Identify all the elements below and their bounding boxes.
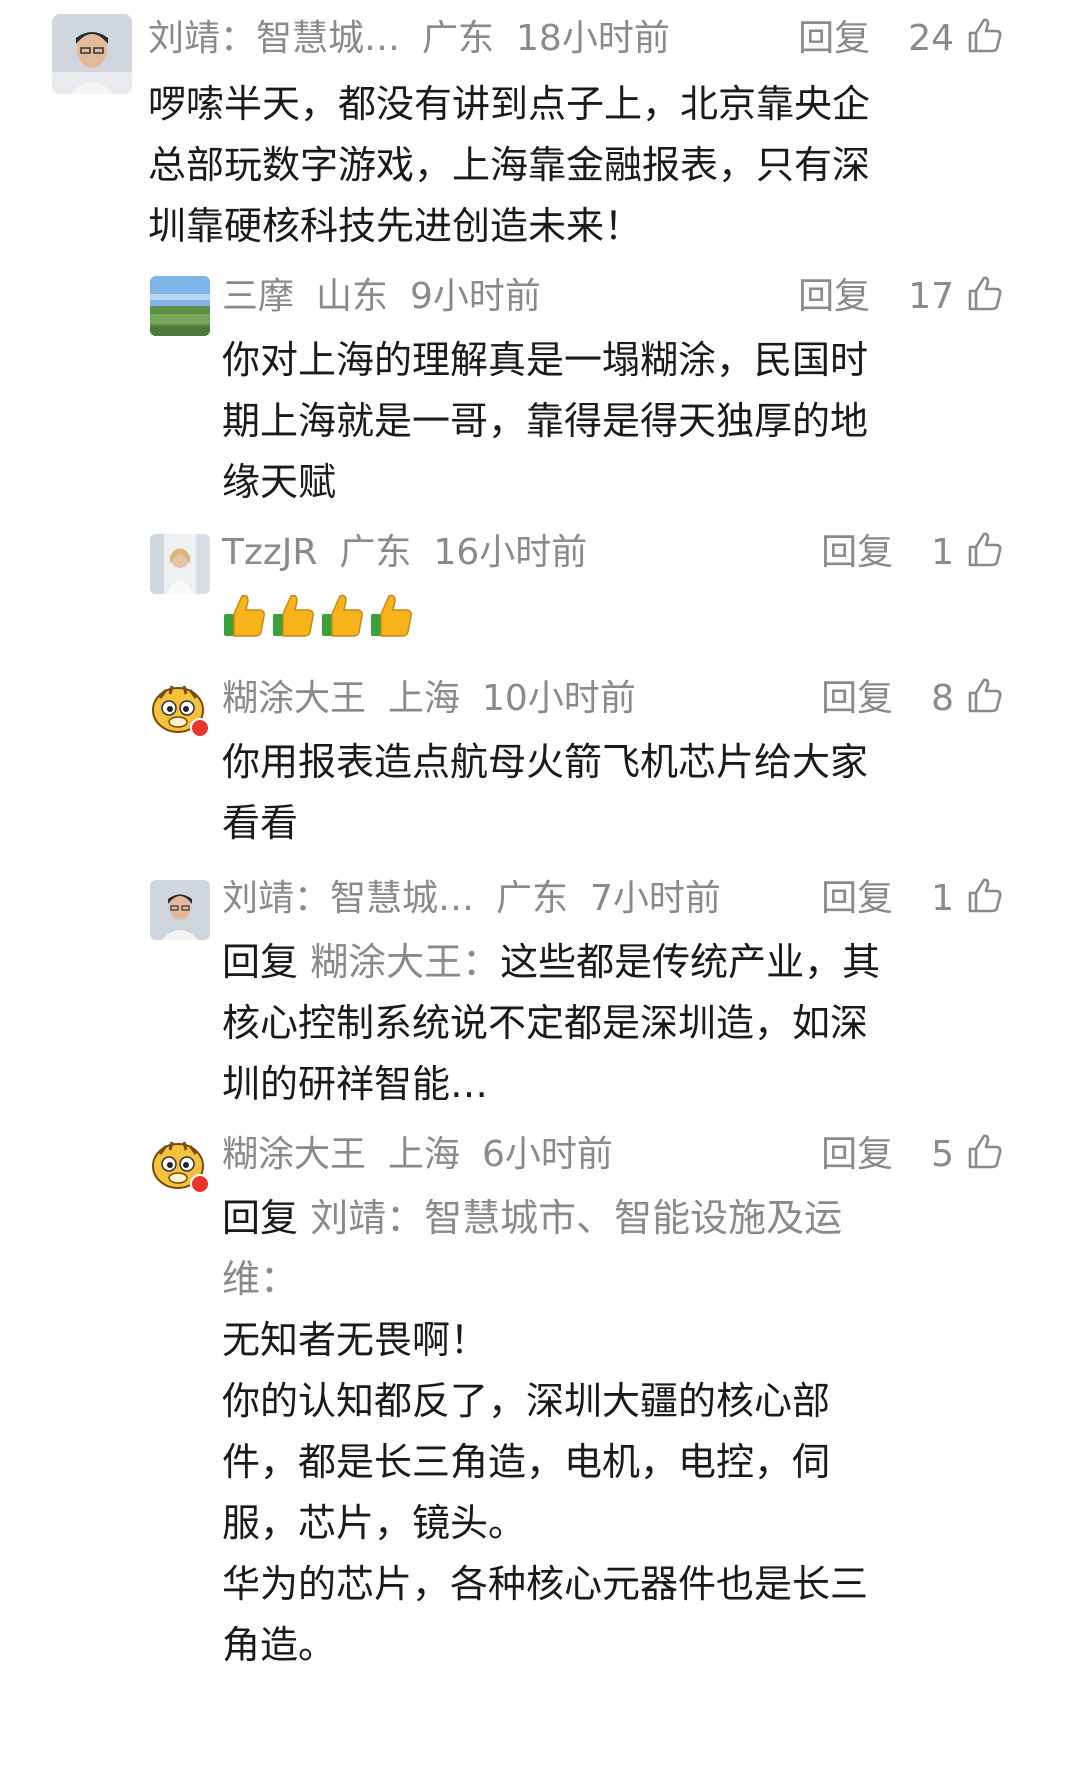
comment-paragraph: 无知者无畏啊！ xyxy=(222,1318,489,1362)
username[interactable]: 糊涂大王 xyxy=(222,1134,366,1175)
comment-actions: 回复 1 xyxy=(821,874,1004,924)
tiger-avatar-icon xyxy=(152,685,210,738)
thumbs-up-icon[interactable] xyxy=(964,530,1004,570)
comment-text: 啰嗦半天，都没有讲到点子上，北京靠央企总部玩数字游戏，上海靠金融报表，只有深圳靠… xyxy=(148,82,871,248)
comment-paragraph: 你的认知都反了，深圳大疆的核心部件，都是长三角造，电机，电控，伺服，芯片，镜头。 xyxy=(222,1379,831,1545)
location: 广东 xyxy=(496,878,569,919)
avatar[interactable] xyxy=(150,276,210,336)
comment-meta: 三摩 山东 9小时前 xyxy=(222,272,541,322)
timestamp: 6小时前 xyxy=(482,1134,613,1175)
reply-button[interactable]: 回复 xyxy=(798,18,870,59)
comment-meta: 刘靖：智慧城… 广东 7小时前 xyxy=(222,874,721,924)
thumbs-up-emoji-icon xyxy=(273,594,314,637)
comment-item: 糊涂大王 上海 10小时前 回复 8 你用报表造点航母火箭飞机芯片给大家看看 xyxy=(0,674,1080,854)
landscape-avatar-image xyxy=(150,276,210,336)
thumbs-up-icon[interactable] xyxy=(964,876,1004,916)
comment-item: 糊涂大王 上海 6小时前 回复 5 回复 刘靖：智慧城市、智能设施及运维： 无知者无畏… xyxy=(0,1130,1080,1769)
like-count: 5 xyxy=(931,1134,954,1175)
like-count: 17 xyxy=(908,276,954,317)
comment-thread: 刘靖：智慧城… 广东 18小时前 回复 24 啰嗦半天，都没有讲到点子上，北京靠央企总… xyxy=(0,0,1080,1769)
comment-item: 刘靖：智慧城… 广东 18小时前 回复 24 啰嗦半天，都没有讲到点子上，北京靠央企总… xyxy=(0,0,1080,250)
thumbs-up-icon[interactable] xyxy=(964,676,1004,716)
comment-text: 回复 糊涂大王：这些都是传统产业，其核心控制系统说不定都是深圳造，如深圳的研祥智… xyxy=(222,932,902,1115)
thumbs-up-icon[interactable] xyxy=(964,274,1004,314)
comment-actions: 回复 1 xyxy=(821,528,1004,578)
reply-to-user[interactable]: 刘靖：智慧城市、智能设施及运维： xyxy=(222,1196,842,1301)
tiger-avatar-icon xyxy=(152,1141,210,1194)
reply-button[interactable]: 回复 xyxy=(821,532,893,573)
like-count: 1 xyxy=(931,878,954,919)
location: 上海 xyxy=(388,1134,461,1175)
thumbs-up-icon[interactable] xyxy=(964,1132,1004,1172)
user-avatar-photo xyxy=(52,14,132,94)
comment-actions: 回复 17 xyxy=(798,272,1004,322)
comment-meta: 刘靖：智慧城… 广东 18小时前 xyxy=(148,14,670,64)
comment-actions: 回复 5 xyxy=(821,1130,1004,1180)
thumbs-up-emoji-icon xyxy=(371,594,412,637)
avatar[interactable] xyxy=(150,680,210,740)
timestamp: 9小时前 xyxy=(410,276,541,317)
thumbs-up-icon[interactable] xyxy=(964,16,1004,56)
avatar[interactable] xyxy=(150,534,210,594)
comment-meta: TzzJR 广东 16小时前 xyxy=(222,528,587,578)
reply-prefix: 回复 xyxy=(222,940,299,984)
comment-item: 三摩 山东 9小时前 回复 17 你对上海的理解真是一塌糊涂，民国时期上海就是一哥，靠… xyxy=(0,268,1080,508)
location: 广东 xyxy=(422,18,495,59)
avatar[interactable] xyxy=(52,14,132,94)
location: 广东 xyxy=(339,532,412,573)
location: 山东 xyxy=(316,276,389,317)
comment-text: 回复 刘靖：智慧城市、智能设施及运维： 无知者无畏啊！ 你的认知都反了，深圳大疆… xyxy=(222,1188,902,1676)
reply-to-user[interactable]: 糊涂大王： xyxy=(310,940,500,984)
username[interactable]: 刘靖：智慧城… xyxy=(222,878,474,919)
timestamp: 16小时前 xyxy=(433,532,588,573)
reply-button[interactable]: 回复 xyxy=(821,678,893,719)
reply-prefix: 回复 xyxy=(222,1196,299,1240)
like-count: 24 xyxy=(908,18,954,59)
like-count: 1 xyxy=(931,532,954,573)
avatar[interactable] xyxy=(150,880,210,940)
thumbs-up-emoji-icon xyxy=(322,594,363,637)
comment-text: 你对上海的理解真是一塌糊涂，民国时期上海就是一哥，靠得是得天独厚的地缘天赋 xyxy=(222,338,869,504)
avatar[interactable] xyxy=(150,1136,210,1196)
comment-meta: 糊涂大王 上海 10小时前 xyxy=(222,674,636,724)
username[interactable]: TzzJR xyxy=(222,532,317,573)
timestamp: 10小时前 xyxy=(482,678,636,719)
location: 上海 xyxy=(388,678,461,719)
thumbs-up-emoji-icon xyxy=(224,594,265,637)
comment-paragraph: 华为的芯片，各种核心元器件也是长三角造。 xyxy=(222,1562,869,1667)
reply-button[interactable]: 回复 xyxy=(821,878,893,919)
comment-meta: 糊涂大王 上海 6小时前 xyxy=(222,1130,613,1180)
user-avatar-photo xyxy=(150,880,210,940)
username[interactable]: 刘靖：智慧城… xyxy=(148,18,400,59)
comment-item: TzzJR 广东 16小时前 回复 1 xyxy=(0,528,1080,658)
comment-actions: 回复 8 xyxy=(821,674,1004,724)
comment-actions: 回复 24 xyxy=(798,14,1004,64)
comment-text: 你用报表造点航母火箭飞机芯片给大家看看 xyxy=(222,740,869,845)
reply-button[interactable]: 回复 xyxy=(821,1134,893,1175)
reply-button[interactable]: 回复 xyxy=(798,276,870,317)
username[interactable]: 三摩 xyxy=(222,276,294,317)
timestamp: 7小时前 xyxy=(590,878,721,919)
timestamp: 18小时前 xyxy=(516,18,670,59)
like-count: 8 xyxy=(931,678,954,719)
user-avatar-photo xyxy=(150,534,210,594)
reply-line: 回复 刘靖：智慧城市、智能设施及运维： xyxy=(222,1188,902,1310)
username[interactable]: 糊涂大王 xyxy=(222,678,366,719)
comment-item: 刘靖：智慧城… 广东 7小时前 回复 1 回复 糊涂大王：这些都是传统产业，其核心控制… xyxy=(0,874,1080,1114)
emoji-row xyxy=(222,592,418,640)
